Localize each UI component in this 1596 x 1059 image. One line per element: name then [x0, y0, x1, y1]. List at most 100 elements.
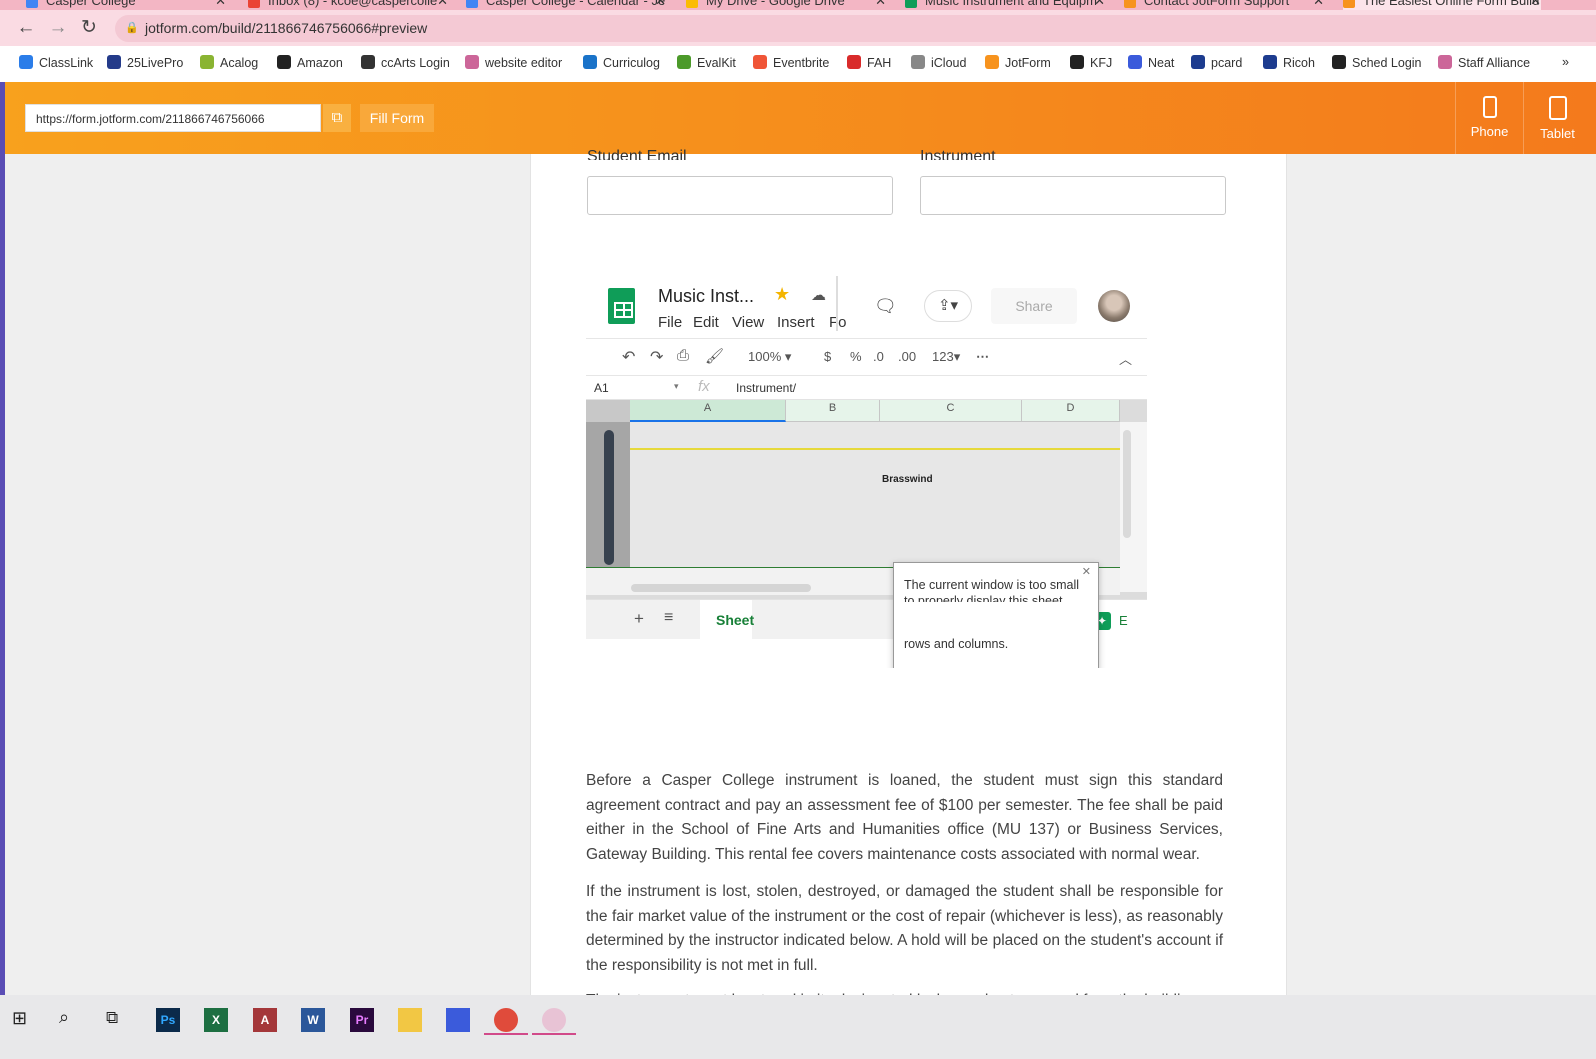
tab-close-icon[interactable]: ✕ [875, 0, 886, 9]
fill-form-button[interactable]: Fill Form [360, 104, 434, 132]
bookmark-item[interactable]: iCloud [911, 55, 966, 70]
bookmark-item[interactable]: Ricoh [1263, 55, 1315, 70]
bookmark-item[interactable]: 25LivePro [107, 55, 183, 70]
bookmark-item[interactable]: Sched Login [1332, 55, 1422, 70]
close-icon[interactable]: ✕ [1082, 565, 1091, 578]
all-sheets-icon[interactable]: ≡ [664, 609, 673, 627]
back-arrow-icon[interactable]: ← [14, 16, 38, 40]
open-new-window-icon[interactable]: ⧉ [323, 104, 351, 132]
sheet-tab[interactable]: Sheet [700, 600, 754, 640]
search-icon[interactable]: ⌕ [59, 1007, 69, 1028]
row-header[interactable] [586, 422, 630, 567]
neat-icon[interactable] [446, 1008, 470, 1032]
excel-icon[interactable]: X [204, 1008, 228, 1032]
vertical-scroll-thumb[interactable] [1123, 430, 1131, 538]
instrument-label: Instrument [920, 148, 996, 160]
cell-area[interactable]: Brasswind [630, 422, 1120, 567]
bookmark-item[interactable]: Staff Alliance [1438, 55, 1530, 70]
browser-tab[interactable]: Casper College - Calendar - Je ✕ [466, 0, 666, 10]
print-icon[interactable]: ⎙ [677, 347, 689, 364]
bookmark-item[interactable]: Curriculog [583, 55, 660, 70]
sheet-title[interactable]: Music Inst... [658, 286, 754, 307]
tab-favicon-icon [1343, 0, 1355, 8]
google-sheet-embed[interactable]: Music Inst... ★ ☁ File Edit View Insert … [586, 276, 1147, 668]
form-url-field[interactable]: https://form.jotform.com/211866746756066 [25, 104, 321, 132]
phone-label: Phone [1470, 124, 1509, 139]
tablet-preview-button[interactable]: Tablet [1523, 82, 1591, 154]
premiere-icon[interactable]: Pr [350, 1008, 374, 1032]
collapse-chevron-icon[interactable]: ︿ [1119, 349, 1132, 368]
menu-edit[interactable]: Edit [693, 314, 719, 331]
column-header-c[interactable]: C [880, 400, 1022, 422]
comment-icon[interactable]: 🗨 [874, 296, 897, 317]
phone-preview-button[interactable]: Phone [1455, 82, 1523, 154]
photoshop-icon[interactable]: Ps [156, 1008, 180, 1032]
bookmark-item[interactable]: ClassLink [19, 55, 93, 70]
bookmark-item[interactable]: EvalKit [677, 55, 736, 70]
bookmark-item[interactable]: Acalog [200, 55, 258, 70]
url-bar[interactable]: 🔒 jotform.com/build/211866746756066#prev… [115, 15, 1596, 42]
zoom-select[interactable]: 100% ▾ [748, 349, 791, 365]
format-select[interactable]: 123▾ [932, 349, 960, 365]
present-icon[interactable]: ⇪▾ [924, 290, 972, 322]
undo-icon[interactable]: ↶ [622, 347, 635, 367]
more-icon[interactable]: ⋯ [976, 349, 989, 365]
avatar[interactable] [1098, 290, 1130, 322]
increase-decimal-button[interactable]: .00 [898, 349, 916, 364]
currency-button[interactable]: $ [824, 349, 831, 364]
percent-button[interactable]: % [850, 349, 862, 364]
bookmark-item[interactable]: website editor [465, 55, 562, 70]
menu-view[interactable]: View [732, 314, 764, 331]
share-button[interactable]: Share [991, 288, 1077, 324]
horizontal-scroll-thumb[interactable] [631, 584, 811, 592]
browser-tab[interactable]: Music Instrument and Equipm ✕ [905, 0, 1105, 10]
menu-file[interactable]: File [658, 314, 682, 331]
tab-close-icon[interactable]: ✕ [1313, 0, 1324, 9]
file-explorer-icon[interactable] [398, 1008, 422, 1032]
bookmark-item[interactable]: ccArts Login [361, 55, 450, 70]
forward-arrow-icon[interactable]: → [46, 16, 70, 40]
bookmark-item[interactable]: Eventbrite [753, 55, 829, 70]
instrument-input[interactable] [920, 176, 1226, 215]
cell-reference[interactable]: A1 [594, 381, 609, 395]
task-view-icon[interactable]: ⧉ [106, 1008, 118, 1028]
windows-start-icon[interactable]: ⊞ [12, 1008, 27, 1029]
redo-icon[interactable]: ↷ [650, 347, 663, 367]
tab-close-icon[interactable]: ✕ [1530, 0, 1541, 9]
browser-tab[interactable]: Contact JotForm Support ✕ [1124, 0, 1324, 10]
word-icon[interactable]: W [301, 1008, 325, 1032]
formula-value[interactable]: Instrument/ [736, 381, 796, 395]
bookmark-item[interactable]: Neat [1128, 55, 1174, 70]
browser-tab[interactable]: My Drive - Google Drive ✕ [686, 0, 886, 10]
add-sheet-icon[interactable]: + [634, 609, 644, 629]
bookmark-item[interactable]: KFJ [1070, 55, 1112, 70]
tab-close-icon[interactable]: ✕ [1094, 0, 1105, 9]
browser-tab[interactable]: Casper College ✕ [26, 0, 226, 10]
more-bookmarks-button[interactable]: » [1562, 55, 1569, 69]
bookmark-item[interactable]: pcard [1191, 55, 1242, 70]
tab-title: The Easiest Online Form Build [1363, 0, 1540, 8]
column-header-b[interactable]: B [786, 400, 880, 422]
reload-icon[interactable]: ↻ [77, 16, 101, 40]
paint-format-icon[interactable]: 🖌 [705, 347, 724, 365]
bookmark-item[interactable]: FAH [847, 55, 891, 70]
chevron-down-icon[interactable]: ▾ [674, 381, 679, 392]
menu-insert[interactable]: Insert [777, 314, 815, 331]
bookmark-item[interactable]: JotForm [985, 55, 1051, 70]
chrome-profile-icon[interactable] [542, 1008, 566, 1032]
tab-close-icon[interactable]: ✕ [655, 0, 666, 9]
student-email-input[interactable] [587, 176, 893, 215]
bookmark-icon [361, 55, 375, 69]
star-icon[interactable]: ★ [774, 284, 790, 305]
bookmark-item[interactable]: Amazon [277, 55, 343, 70]
column-header-a[interactable]: A [630, 400, 786, 422]
column-header-d[interactable]: D [1022, 400, 1120, 422]
tab-close-icon[interactable]: ✕ [437, 0, 448, 9]
tab-close-icon[interactable]: ✕ [215, 0, 226, 9]
grid-corner[interactable] [586, 400, 630, 422]
chrome-icon[interactable] [494, 1008, 518, 1032]
decrease-decimal-button[interactable]: .0 [873, 349, 884, 364]
access-icon[interactable]: A [253, 1008, 277, 1032]
browser-tab[interactable]: Inbox (8) - kcoe@caspercolle ✕ [248, 0, 448, 10]
browser-tab[interactable]: The Easiest Online Form Build ✕ [1343, 0, 1541, 10]
